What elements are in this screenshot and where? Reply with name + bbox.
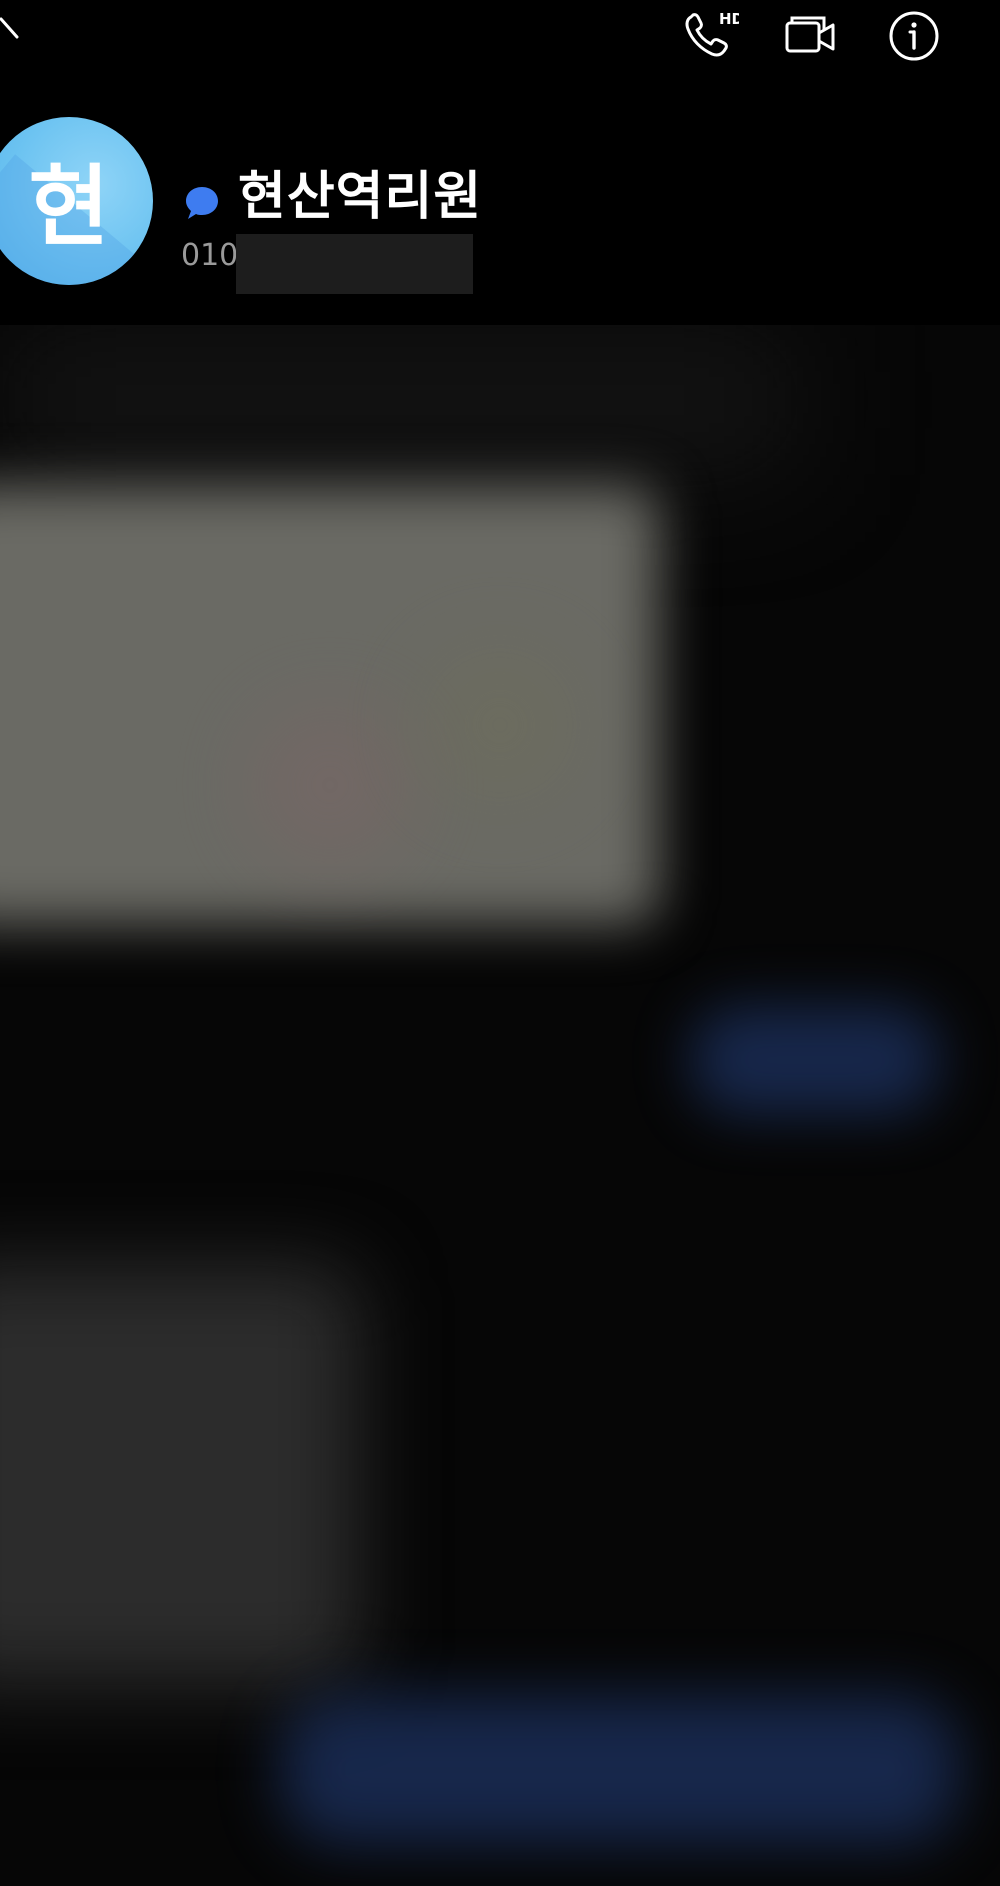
blurred-top-area	[0, 325, 800, 475]
video-camera-icon	[785, 16, 835, 53]
number-redaction	[236, 234, 473, 294]
message-conversation-screen: HD 현 현산역리원 010	[0, 0, 1000, 1886]
chevron-up-icon	[0, 17, 19, 39]
contact-avatar[interactable]: 현	[0, 117, 153, 285]
hd-call-button[interactable]: HD	[678, 4, 742, 68]
video-call-button[interactable]	[778, 4, 842, 68]
message-list[interactable]	[0, 325, 1000, 1886]
blurred-image-detail	[420, 645, 580, 805]
info-circle-icon	[889, 11, 939, 61]
blurred-sent-message[interactable]	[690, 1005, 940, 1115]
blurred-received-message[interactable]	[0, 1265, 360, 1685]
blurred-sent-message[interactable]	[280, 1695, 960, 1845]
avatar-letter: 현	[28, 154, 110, 258]
phone-hd-icon: HD	[685, 10, 739, 57]
back-button[interactable]	[0, 6, 42, 56]
blurred-image-detail	[250, 705, 410, 865]
contact-number: 010	[181, 238, 239, 273]
info-button[interactable]	[882, 4, 946, 68]
chat-bubble-icon	[186, 187, 218, 219]
hd-badge: HD	[719, 10, 739, 28]
contact-name: 현산역리원	[238, 167, 483, 227]
conversation-header: HD 현 현산역리원 010	[0, 0, 1000, 325]
